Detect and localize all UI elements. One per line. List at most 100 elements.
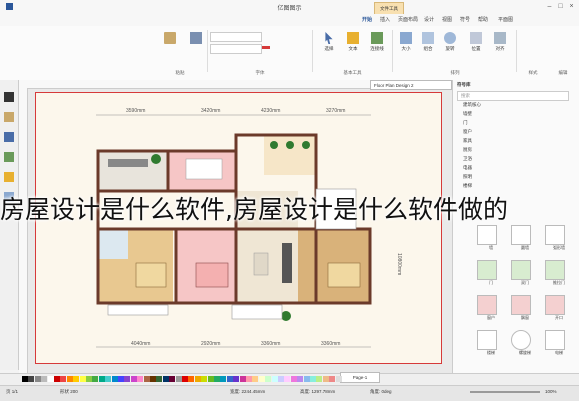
image-icon[interactable] bbox=[4, 152, 14, 162]
shape-tile[interactable]: 弧形墙 bbox=[545, 225, 573, 251]
color-swatch[interactable] bbox=[150, 376, 156, 382]
color-swatch[interactable] bbox=[28, 376, 35, 382]
color-swatch[interactable] bbox=[156, 376, 163, 382]
shape-tile[interactable]: 墙 bbox=[477, 225, 505, 251]
shape-tile[interactable]: 楼梯 bbox=[477, 330, 505, 356]
color-swatch[interactable] bbox=[297, 376, 304, 382]
color-swatch[interactable] bbox=[284, 376, 291, 382]
zoom-slider[interactable] bbox=[470, 391, 540, 393]
fill-icon[interactable] bbox=[4, 112, 14, 122]
library-category[interactable]: 厨房 bbox=[463, 147, 573, 156]
close-icon[interactable]: × bbox=[567, 2, 576, 11]
color-swatch[interactable] bbox=[182, 376, 188, 382]
font-style-group[interactable] bbox=[262, 32, 302, 52]
font-family-select[interactable] bbox=[210, 32, 262, 42]
color-swatch[interactable] bbox=[233, 376, 240, 382]
library-category[interactable]: 楼梯 bbox=[463, 183, 573, 192]
color-swatch[interactable] bbox=[98, 376, 105, 382]
color-swatch[interactable] bbox=[194, 376, 201, 382]
connector-button[interactable]: 连接线 bbox=[366, 32, 388, 52]
color-swatch[interactable] bbox=[310, 376, 316, 382]
color-swatch[interactable] bbox=[47, 376, 54, 382]
library-category[interactable]: 卫浴 bbox=[463, 156, 573, 165]
color-swatch[interactable] bbox=[169, 376, 176, 382]
color-swatch[interactable] bbox=[335, 376, 342, 382]
shape-tile[interactable]: 螺旋梯 bbox=[511, 330, 539, 356]
text-button[interactable]: 文本 bbox=[342, 32, 364, 52]
color-swatch[interactable] bbox=[207, 376, 214, 382]
color-swatch[interactable] bbox=[258, 376, 265, 382]
library-category[interactable]: 照明 bbox=[463, 174, 573, 183]
layer-icon[interactable] bbox=[4, 132, 14, 142]
paste-button[interactable] bbox=[160, 32, 180, 46]
color-swatch[interactable] bbox=[214, 376, 220, 382]
library-category[interactable]: 电器 bbox=[463, 165, 573, 174]
align-button[interactable]: 对齐 bbox=[490, 32, 510, 52]
color-swatch[interactable] bbox=[316, 376, 323, 382]
shape-tile[interactable]: 窗户 bbox=[477, 295, 505, 321]
color-swatch[interactable] bbox=[143, 376, 150, 382]
color-swatch[interactable] bbox=[79, 376, 86, 382]
library-category[interactable]: 家具 bbox=[463, 138, 573, 147]
color-swatch[interactable] bbox=[252, 376, 259, 382]
color-swatch[interactable] bbox=[322, 376, 329, 382]
color-swatch[interactable] bbox=[278, 376, 284, 382]
shape-tile[interactable]: 门 bbox=[477, 260, 505, 286]
color-swatch[interactable] bbox=[124, 376, 131, 382]
tab-view[interactable]: 视图 bbox=[442, 16, 452, 23]
color-swatch[interactable] bbox=[111, 376, 118, 382]
shape-tile[interactable]: 推拉门 bbox=[545, 260, 573, 286]
color-swatch[interactable] bbox=[201, 376, 208, 382]
shape-tile[interactable]: 开口 bbox=[545, 295, 573, 321]
color-swatch[interactable] bbox=[41, 376, 48, 382]
select-button[interactable]: 选择 bbox=[318, 32, 340, 52]
color-swatch[interactable] bbox=[105, 376, 112, 382]
document-tab[interactable]: Floor Plan Design 2 bbox=[370, 80, 452, 90]
rotate-button[interactable]: 旋转 bbox=[440, 32, 460, 52]
position-button[interactable]: 位置 bbox=[466, 32, 486, 52]
size-button[interactable]: 大小 bbox=[396, 32, 416, 52]
color-swatch[interactable] bbox=[271, 376, 278, 382]
color-swatch[interactable] bbox=[226, 376, 233, 382]
tab-home[interactable]: 开始 bbox=[362, 16, 372, 23]
tab-insert[interactable]: 插入 bbox=[380, 16, 390, 23]
color-swatch[interactable] bbox=[246, 376, 252, 382]
color-swatch[interactable] bbox=[175, 376, 182, 382]
color-swatch[interactable] bbox=[118, 376, 124, 382]
color-swatch[interactable] bbox=[92, 376, 99, 382]
format-painter-button[interactable] bbox=[186, 32, 206, 46]
tab-page-layout[interactable]: 页面布局 bbox=[398, 16, 418, 23]
color-swatch[interactable] bbox=[265, 376, 272, 382]
zoom-level[interactable]: 100% bbox=[545, 389, 557, 394]
color-swatch[interactable] bbox=[239, 376, 246, 382]
shape-tile[interactable]: 双门 bbox=[511, 260, 539, 286]
color-swatch[interactable] bbox=[188, 376, 195, 382]
color-swatch[interactable] bbox=[54, 376, 60, 382]
shape-icon[interactable] bbox=[4, 92, 14, 102]
tab-symbols[interactable]: 符号 bbox=[460, 16, 470, 23]
page-tab[interactable]: Page-1 bbox=[340, 372, 380, 383]
color-swatch[interactable] bbox=[329, 376, 336, 382]
minimize-icon[interactable]: – bbox=[545, 2, 554, 11]
note-icon[interactable] bbox=[4, 172, 14, 182]
color-swatch[interactable] bbox=[290, 376, 297, 382]
library-category[interactable]: 建筑核心 bbox=[463, 102, 573, 111]
color-swatch[interactable] bbox=[86, 376, 92, 382]
color-swatch[interactable] bbox=[130, 376, 137, 382]
color-swatch[interactable] bbox=[220, 376, 227, 382]
shape-tile[interactable]: 电梯 bbox=[545, 330, 573, 356]
color-swatch[interactable] bbox=[73, 376, 80, 382]
group-button[interactable]: 组合 bbox=[418, 32, 438, 52]
tab-help[interactable]: 帮助 bbox=[478, 16, 488, 23]
color-swatch[interactable] bbox=[60, 376, 67, 382]
color-swatch[interactable] bbox=[162, 376, 169, 382]
library-category[interactable]: 门 bbox=[463, 120, 573, 129]
font-size-select[interactable] bbox=[210, 44, 262, 54]
color-swatch[interactable] bbox=[34, 376, 41, 382]
color-swatch[interactable] bbox=[66, 376, 73, 382]
library-search-input[interactable]: 搜索 bbox=[457, 91, 569, 101]
library-category[interactable]: 窗户 bbox=[463, 129, 573, 138]
color-swatch[interactable] bbox=[22, 376, 28, 382]
color-swatch[interactable] bbox=[303, 376, 310, 382]
tab-floor-plan[interactable]: 平面图 bbox=[498, 16, 513, 23]
